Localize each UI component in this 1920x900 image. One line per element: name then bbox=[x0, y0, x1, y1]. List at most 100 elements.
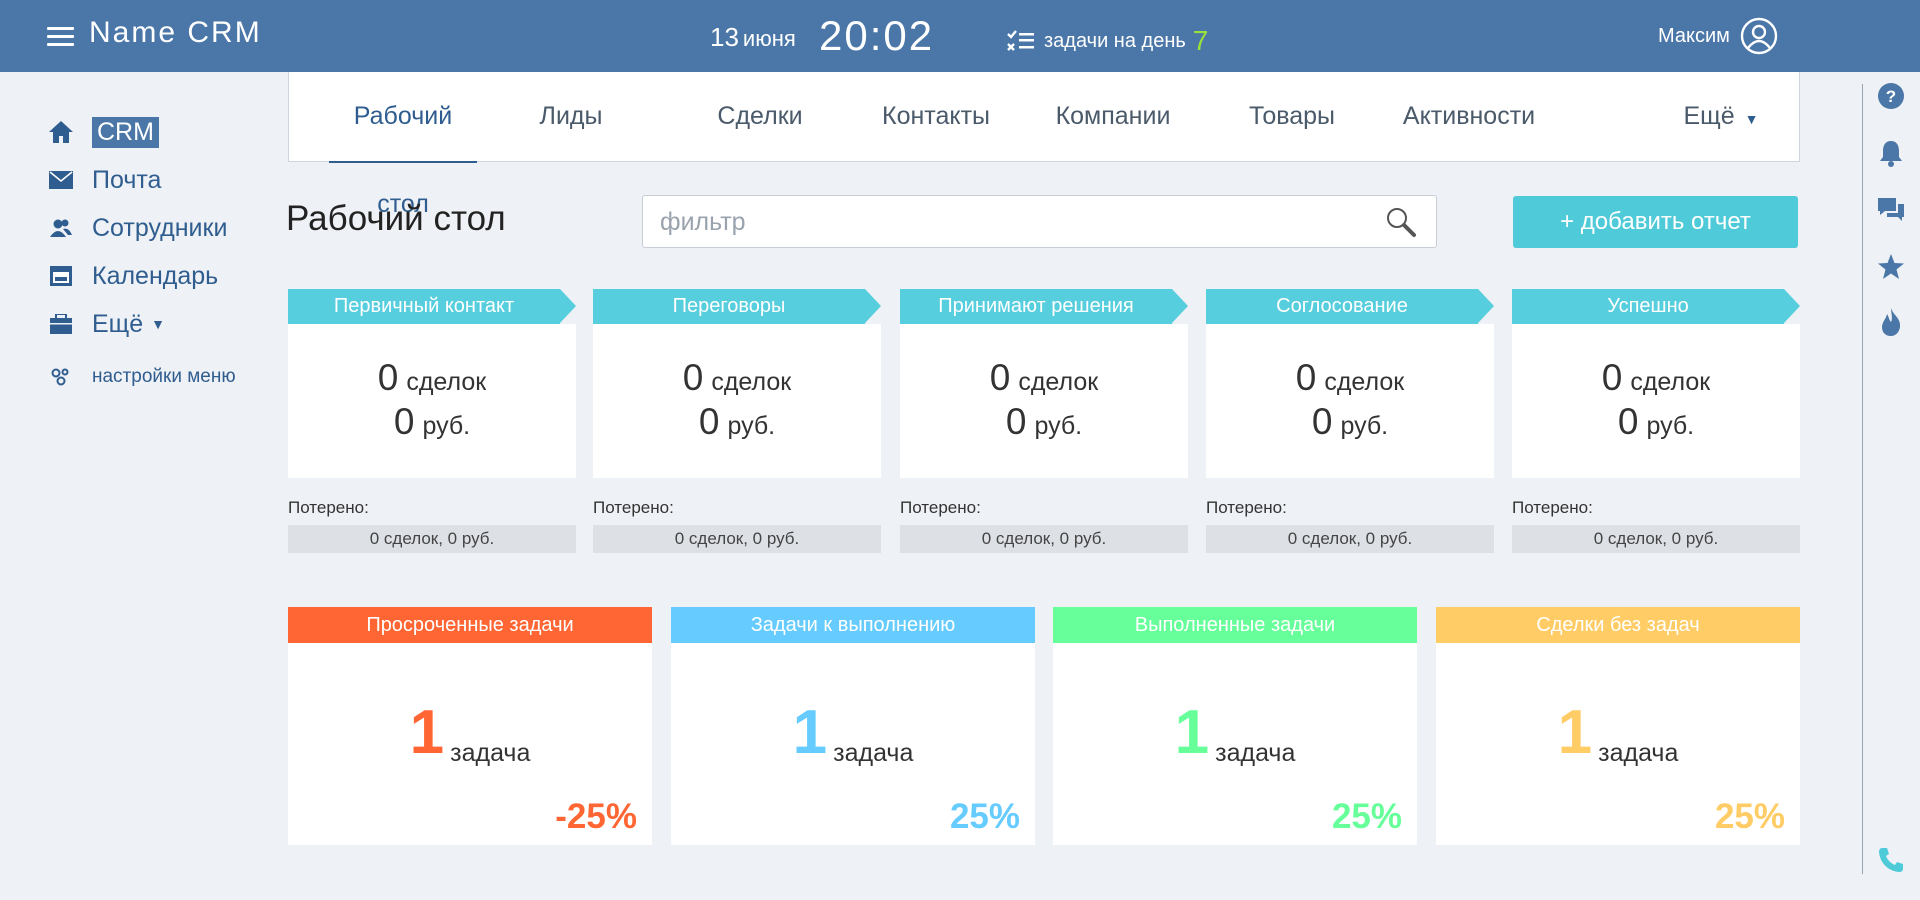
stage-sum: 0 bbox=[1617, 401, 1639, 442]
stage-body: 0 сделок 0 руб. bbox=[900, 324, 1188, 478]
stage-deals-count: 0 bbox=[682, 357, 704, 398]
tab-contacts[interactable]: Контакты bbox=[881, 72, 991, 162]
task-card-title: Просроченные задачи bbox=[288, 607, 652, 643]
task-card-overdue[interactable]: Просроченные задачи 1 задача -25% bbox=[288, 607, 652, 845]
phone-icon[interactable] bbox=[1876, 845, 1906, 875]
task-percent: 25% bbox=[1714, 797, 1785, 836]
sidebar-item-label: Почта bbox=[92, 165, 162, 194]
right-rail-divider bbox=[1862, 84, 1863, 874]
filter-input[interactable] bbox=[660, 204, 1360, 240]
task-card-done[interactable]: Выполненные задачи 1 задача 25% bbox=[1053, 607, 1417, 845]
app-brand[interactable]: Name CRM bbox=[89, 16, 262, 50]
stage-title: Принимают решения bbox=[900, 289, 1188, 324]
stage-lost-label: Потерено: bbox=[1206, 498, 1287, 517]
stage-sum-unit: руб. bbox=[1034, 412, 1083, 440]
home-icon bbox=[47, 118, 75, 146]
stage-sum: 0 bbox=[1005, 401, 1027, 442]
sidebar-item-label: Календарь bbox=[92, 261, 219, 290]
task-card-title: Выполненные задачи bbox=[1053, 607, 1417, 643]
stage-deals-unit: сделок bbox=[711, 368, 792, 396]
menu-settings-link[interactable]: настройки меню bbox=[47, 366, 236, 388]
daily-tasks-link[interactable]: задачи на день 7 bbox=[1006, 25, 1208, 57]
stage-deals-unit: сделок bbox=[1324, 368, 1405, 396]
caret-down-icon: ▼ bbox=[151, 316, 166, 332]
sidebar-item-label: CRM bbox=[92, 116, 159, 148]
task-unit: задача bbox=[450, 739, 531, 767]
stage-sum-unit: руб. bbox=[727, 412, 776, 440]
settings-icon bbox=[47, 367, 75, 387]
briefcase-icon bbox=[47, 310, 75, 338]
user-menu[interactable]: Максим bbox=[1658, 17, 1778, 55]
top-header: Name CRM 13 июня 20:02 задачи на день 7 М… bbox=[0, 0, 1920, 72]
tab-activities[interactable]: Активности bbox=[1402, 72, 1536, 162]
menu-settings-label: настройки меню bbox=[92, 366, 236, 387]
stage-body: 0 сделок 0 руб. bbox=[1512, 324, 1800, 478]
sidebar-item-label: Сотрудники bbox=[92, 213, 228, 242]
tab-companies[interactable]: Компании bbox=[1055, 72, 1171, 162]
stage-sum: 0 bbox=[393, 401, 415, 442]
tab-deals[interactable]: Сделки bbox=[715, 72, 805, 162]
task-count: 1 bbox=[409, 698, 445, 767]
task-card-title: Задачи к выполнению bbox=[671, 607, 1035, 643]
sidebar-item-mail[interactable]: Почта bbox=[47, 156, 236, 204]
stage-lost-value: 0 сделок, 0 руб. bbox=[593, 525, 881, 553]
add-report-button[interactable]: + добавить отчет bbox=[1513, 196, 1798, 248]
stage-body: 0 сделок 0 руб. bbox=[288, 324, 576, 478]
users-icon bbox=[47, 214, 75, 242]
sidebar-nav: CRM Почта Сотрудники Календарь Ещё ▼ нас… bbox=[47, 108, 236, 388]
date-month: июня bbox=[742, 26, 796, 51]
tab-more-label: Ещё bbox=[1683, 102, 1735, 130]
task-unit: задача bbox=[833, 739, 914, 767]
task-unit: задача bbox=[1215, 739, 1296, 767]
chat-icon[interactable] bbox=[1876, 195, 1906, 225]
fire-icon[interactable] bbox=[1876, 307, 1906, 337]
stage-title: Соглосование bbox=[1206, 289, 1494, 324]
task-count: 1 bbox=[1174, 698, 1210, 767]
stage-title: Первичный контакт bbox=[288, 289, 576, 324]
tab-bar: Рабочий стол Лиды Сделки Контакты Компан… bbox=[288, 72, 1800, 218]
sidebar-item-employees[interactable]: Сотрудники bbox=[47, 204, 236, 252]
user-avatar-icon bbox=[1740, 17, 1778, 55]
date-day: 13 bbox=[710, 22, 739, 52]
task-card-no-tasks[interactable]: Сделки без задач 1 задача 25% bbox=[1436, 607, 1800, 845]
tasks-label: задачи на день bbox=[1044, 29, 1186, 52]
help-icon[interactable]: ? bbox=[1876, 81, 1906, 111]
task-percent: -25% bbox=[555, 797, 637, 836]
stage-lost-label: Потерено: bbox=[900, 498, 981, 517]
stage-title: Успешно bbox=[1512, 289, 1800, 324]
sidebar-item-more[interactable]: Ещё ▼ bbox=[47, 300, 236, 348]
stage-deals-count: 0 bbox=[1295, 357, 1317, 398]
search-icon[interactable] bbox=[1385, 206, 1417, 243]
tab-dashboard[interactable]: Рабочий стол bbox=[327, 72, 479, 218]
task-count: 1 bbox=[792, 698, 828, 767]
task-percent: 25% bbox=[949, 797, 1020, 836]
stage-lost-value: 0 сделок, 0 руб. bbox=[1512, 525, 1800, 553]
stage-lost-value: 0 сделок, 0 руб. bbox=[900, 525, 1188, 553]
sidebar-item-calendar[interactable]: Календарь bbox=[47, 252, 236, 300]
caret-down-icon: ▼ bbox=[1744, 111, 1759, 127]
stage-deals-count: 0 bbox=[377, 357, 399, 398]
tasks-count: 7 bbox=[1192, 25, 1209, 56]
stage-sum-unit: руб. bbox=[1340, 412, 1389, 440]
mail-icon bbox=[47, 166, 75, 194]
stage-card[interactable]: Соглосование 0 сделок 0 руб. Потерено: 0 с… bbox=[1206, 289, 1494, 553]
stage-card[interactable]: Переговоры 0 сделок 0 руб. Потерено: 0 сде… bbox=[593, 289, 881, 553]
stage-lost-value: 0 сделок, 0 руб. bbox=[288, 525, 576, 553]
task-card-title: Сделки без задач bbox=[1436, 607, 1800, 643]
tab-leads[interactable]: Лиды bbox=[539, 72, 603, 162]
stage-card[interactable]: Принимают решения 0 сделок 0 руб. Потерено… bbox=[900, 289, 1188, 553]
menu-icon[interactable] bbox=[47, 25, 75, 47]
tab-products[interactable]: Товары bbox=[1248, 72, 1336, 162]
stage-card[interactable]: Первичный контакт 0 сделок 0 руб. Потерено… bbox=[288, 289, 576, 553]
task-unit: задача bbox=[1598, 739, 1679, 767]
tab-more[interactable]: Ещё ▼ bbox=[1683, 72, 1759, 162]
sidebar-item-crm[interactable]: CRM bbox=[47, 108, 236, 156]
star-icon[interactable] bbox=[1876, 252, 1906, 282]
bell-icon[interactable] bbox=[1876, 138, 1906, 168]
svg-text:?: ? bbox=[1886, 87, 1896, 106]
stage-lost-label: Потерено: bbox=[593, 498, 674, 517]
task-card-todo[interactable]: Задачи к выполнению 1 задача 25% bbox=[671, 607, 1035, 845]
stage-sum: 0 bbox=[1311, 401, 1333, 442]
stage-body: 0 сделок 0 руб. bbox=[593, 324, 881, 478]
stage-card[interactable]: Успешно 0 сделок 0 руб. Потерено: 0 сделок… bbox=[1512, 289, 1800, 553]
